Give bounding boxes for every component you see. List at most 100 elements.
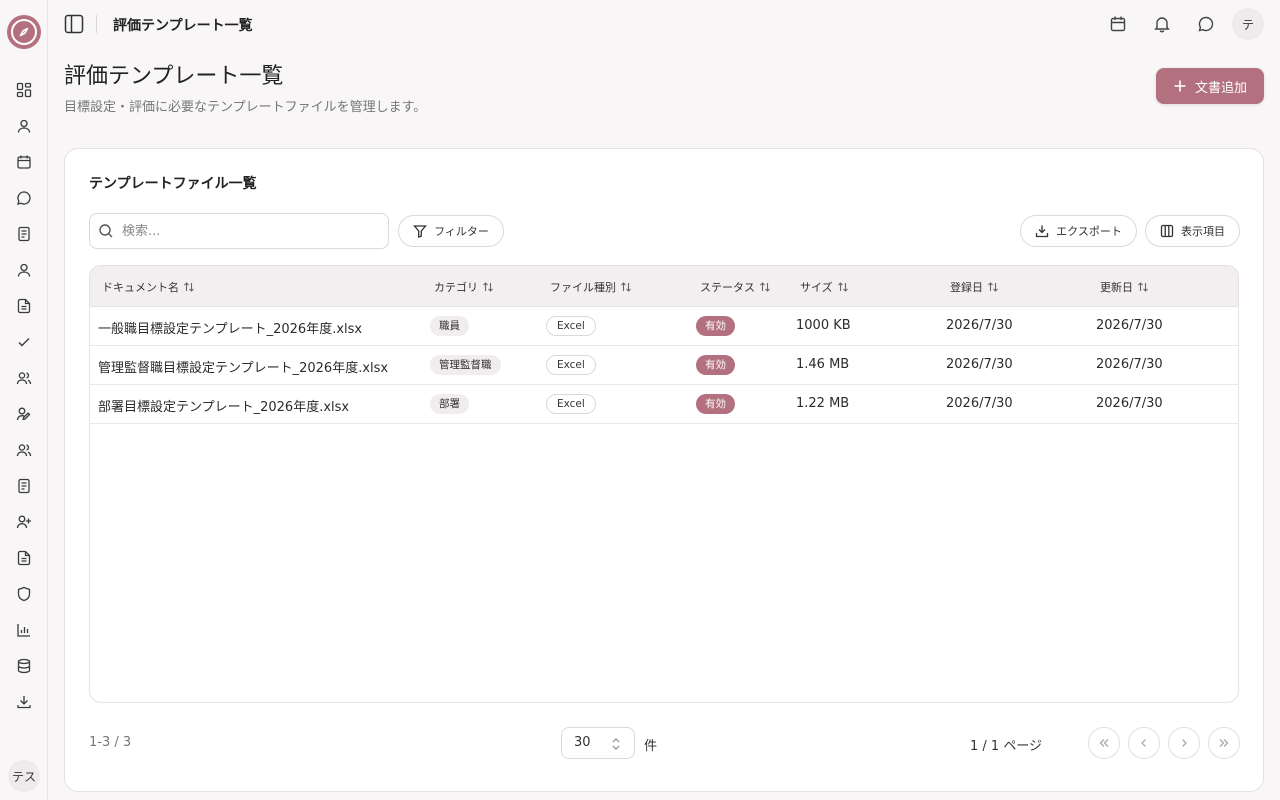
sidebar-toggle-button[interactable] (64, 14, 84, 34)
column-header-label: ドキュメント名 (102, 281, 179, 294)
sidebar-item-members[interactable] (14, 440, 34, 460)
sidebar-item-dashboard[interactable] (14, 80, 34, 100)
column-header-updated[interactable]: 更新日 (1100, 279, 1149, 295)
shield-icon (17, 586, 31, 602)
created-date: 2026/7/30 (946, 357, 1013, 372)
document-icon (18, 226, 30, 242)
filter-button[interactable]: フィルター (398, 215, 504, 247)
filter-icon (413, 225, 428, 238)
table-row[interactable]: 部署目標設定テンプレート_2026年度.xlsx 部署 Excel 有効 1.2… (90, 385, 1238, 424)
status-badge: 有効 (696, 394, 735, 414)
search-field[interactable] (89, 213, 389, 249)
page-title: 評価テンプレート一覧 (64, 64, 284, 89)
sidebar-item-add-user[interactable] (14, 512, 34, 532)
prev-page-button[interactable] (1128, 727, 1160, 759)
file-text-icon (17, 550, 31, 566)
sort-icon (988, 282, 998, 292)
first-page-button[interactable] (1088, 727, 1120, 759)
column-header-size[interactable]: サイズ (800, 279, 849, 295)
template-files-card: テンプレートファイル一覧 フィルター エクスポート 表示項目 ドキュメント名 カ… (64, 148, 1264, 792)
user-plus-icon (16, 515, 31, 529)
chevron-up-down-icon (612, 738, 620, 750)
sidebar-toggle-icon (64, 14, 84, 34)
calendar-icon (17, 155, 31, 169)
sidebar-item-files[interactable] (14, 296, 34, 316)
column-header-category[interactable]: カテゴリ (434, 279, 494, 295)
sidebar: テス (0, 0, 48, 800)
document-name[interactable]: 管理監督職目標設定テンプレート_2026年度.xlsx (98, 357, 388, 376)
file-type-badge: Excel (546, 394, 596, 414)
sidebar-item-documents[interactable] (14, 224, 34, 244)
add-document-button[interactable]: 文書追加 (1156, 68, 1264, 104)
user-avatar-label: テス (11, 769, 36, 784)
sidebar-item-analytics[interactable] (14, 620, 34, 640)
dashboard-icon (16, 82, 32, 98)
sidebar-item-team[interactable] (14, 368, 34, 388)
table-row[interactable]: 一般職目標設定テンプレート_2026年度.xlsx 職員 Excel 有効 10… (90, 307, 1238, 346)
user-icon (17, 263, 31, 277)
sort-icon (1138, 282, 1148, 292)
chevron-left-icon (1141, 739, 1146, 747)
sidebar-item-profile[interactable] (14, 116, 34, 136)
chevron-right-icon (1182, 739, 1187, 747)
compass-icon (11, 19, 37, 45)
sidebar-item-user[interactable] (14, 260, 34, 280)
sidebar-item-chat[interactable] (14, 188, 34, 208)
column-header-created[interactable]: 登録日 (950, 279, 999, 295)
column-header-label: サイズ (800, 281, 833, 294)
updated-date: 2026/7/30 (1096, 318, 1163, 333)
page-subtitle: 目標設定・評価に必要なテンプレートファイルを管理します。 (64, 100, 427, 115)
sort-icon (837, 282, 848, 292)
plus-icon (1174, 80, 1186, 92)
calendar-icon (1110, 16, 1126, 32)
sort-icon (621, 282, 631, 292)
sidebar-item-download[interactable] (14, 692, 34, 712)
breadcrumb-title: 評価テンプレート一覧 (113, 18, 253, 34)
column-header-status[interactable]: ステータス (700, 279, 771, 295)
file-text-icon (17, 298, 31, 314)
export-button[interactable]: エクスポート (1020, 215, 1137, 247)
table-header: ドキュメント名 カテゴリ ファイル種別 ステータス サイズ 登録日 更新日 (90, 266, 1238, 307)
sidebar-item-security[interactable] (14, 584, 34, 604)
file-size: 1000 KB (796, 318, 851, 333)
last-page-button[interactable] (1208, 727, 1240, 759)
sort-icon (184, 282, 194, 292)
page-size-select[interactable]: 30 (561, 727, 635, 759)
column-header-file-type[interactable]: ファイル種別 (550, 279, 632, 295)
search-icon (99, 224, 113, 238)
bar-chart-icon (17, 624, 30, 637)
app-logo[interactable] (7, 15, 41, 49)
export-label: エクスポート (1056, 225, 1122, 238)
user-edit-icon (16, 407, 31, 421)
sidebar-item-user-edit[interactable] (14, 404, 34, 424)
sidebar-item-database[interactable] (14, 656, 34, 676)
file-type-badge: Excel (546, 316, 596, 336)
column-header-name[interactable]: ドキュメント名 (102, 279, 195, 295)
divider (96, 15, 97, 33)
search-input[interactable] (122, 221, 380, 241)
updated-date: 2026/7/30 (1096, 357, 1163, 372)
columns-label: 表示項目 (1181, 225, 1225, 238)
file-size: 1.22 MB (796, 396, 850, 411)
next-page-button[interactable] (1168, 727, 1200, 759)
notifications-button[interactable] (1152, 14, 1172, 34)
user-avatar[interactable]: テス (8, 760, 40, 792)
document-name[interactable]: 一般職目標設定テンプレート_2026年度.xlsx (98, 318, 362, 337)
sidebar-item-calendar[interactable] (14, 152, 34, 172)
chat-icon (1198, 16, 1214, 32)
columns-button[interactable]: 表示項目 (1145, 215, 1240, 247)
page-size-unit: 件 (644, 739, 658, 754)
filter-label: フィルター (434, 225, 489, 238)
document-name[interactable]: 部署目標設定テンプレート_2026年度.xlsx (98, 396, 349, 415)
column-header-label: ステータス (700, 281, 755, 294)
sidebar-item-reports[interactable] (14, 476, 34, 496)
sidebar-item-templates[interactable] (14, 548, 34, 568)
table-row[interactable]: 管理監督職目標設定テンプレート_2026年度.xlsx 管理監督職 Excel … (90, 346, 1238, 385)
status-badge: 有効 (696, 316, 735, 336)
calendar-button[interactable] (1108, 14, 1128, 34)
sidebar-item-tasks[interactable] (14, 332, 34, 352)
chevrons-left-icon (1099, 739, 1109, 747)
download-icon (1036, 225, 1049, 238)
messages-button[interactable] (1196, 14, 1216, 34)
account-avatar[interactable]: テ (1232, 8, 1264, 40)
